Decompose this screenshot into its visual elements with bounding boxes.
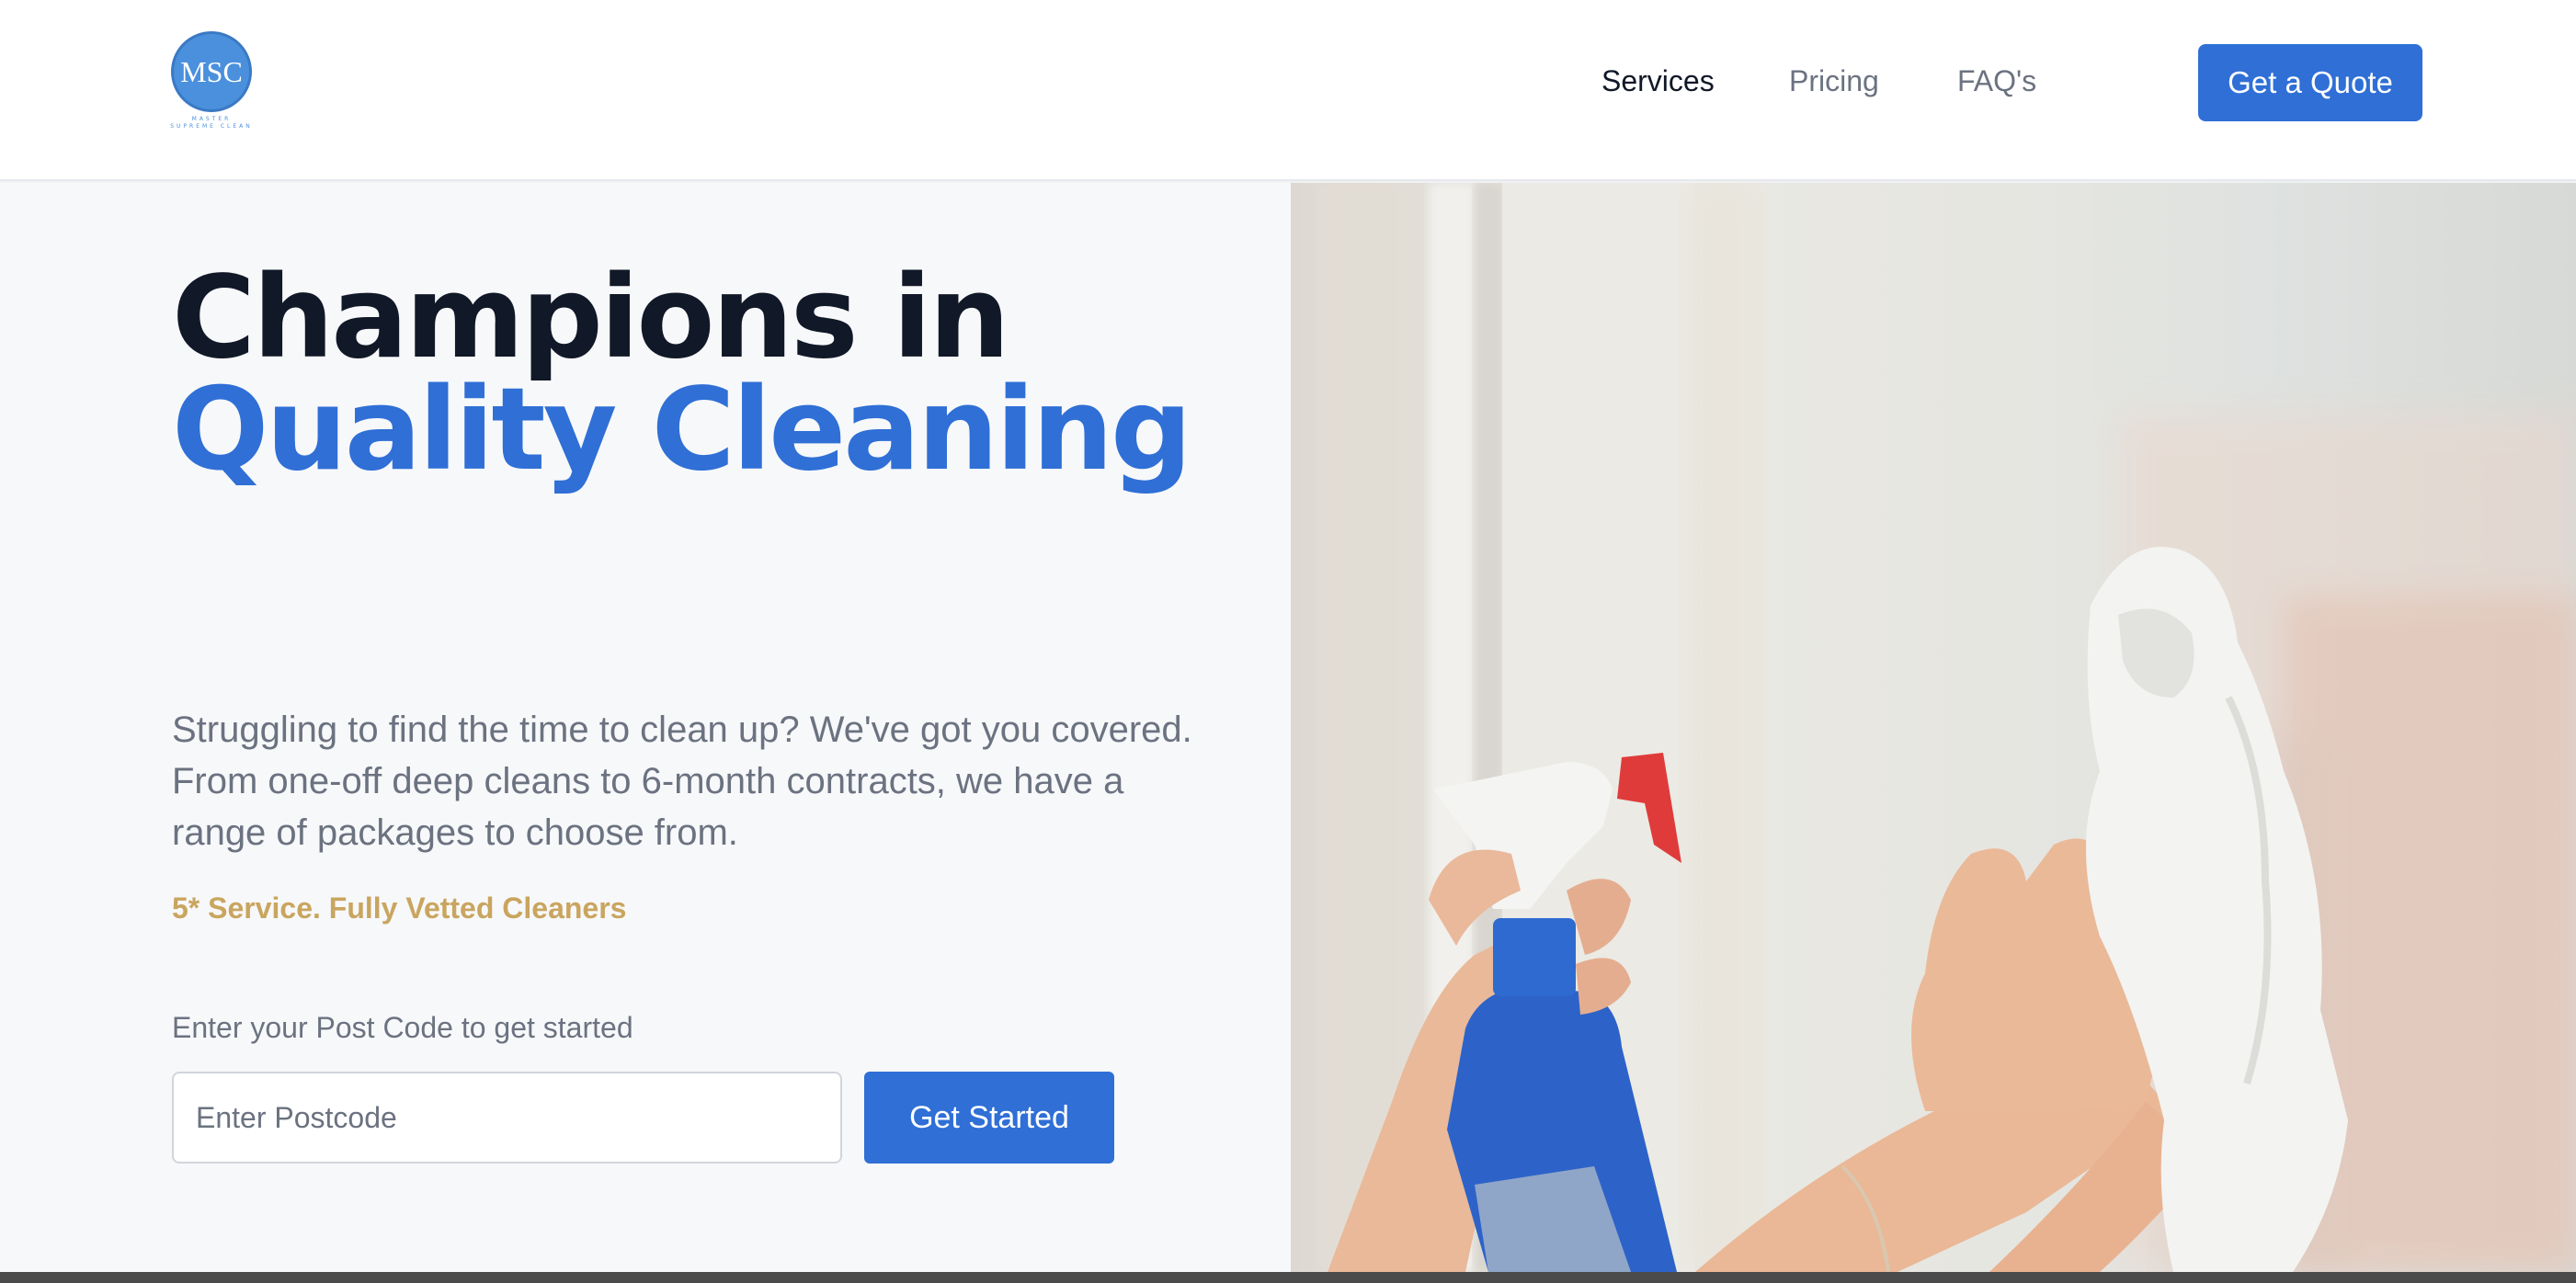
postcode-input[interactable] <box>172 1072 842 1164</box>
get-a-quote-button[interactable]: Get a Quote <box>2198 44 2422 121</box>
nav-item-pricing[interactable]: Pricing <box>1789 64 1879 98</box>
hero-title-line2: Quality Cleaning <box>172 364 1192 496</box>
logo-initials: MSC <box>171 31 252 112</box>
site-header: MSC MASTER SUPREME CLEAN Services Pricin… <box>0 0 2576 181</box>
postcode-label: Enter your Post Code to get started <box>172 1011 633 1044</box>
hero-image <box>1291 183 2576 1272</box>
cleaning-photo <box>1318 183 2576 1272</box>
nav-item-services[interactable]: Services <box>1601 64 1715 98</box>
logo-subtext: MASTER SUPREME CLEAN <box>170 116 253 130</box>
nav-item-faqs[interactable]: FAQ's <box>1957 64 2036 98</box>
hero-title-line1: Champions in <box>172 252 1010 384</box>
bottom-edge <box>0 1272 2576 1283</box>
hero-tagline: 5* Service. Fully Vetted Cleaners <box>172 891 627 925</box>
hero-subtitle: Struggling to find the time to clean up?… <box>172 710 1192 853</box>
hero-title: Champions in Quality Cleaning <box>172 252 1275 496</box>
msc-logo-icon[interactable]: MSC MASTER SUPREME CLEAN <box>169 31 254 140</box>
get-started-button[interactable]: Get Started <box>864 1072 1114 1164</box>
